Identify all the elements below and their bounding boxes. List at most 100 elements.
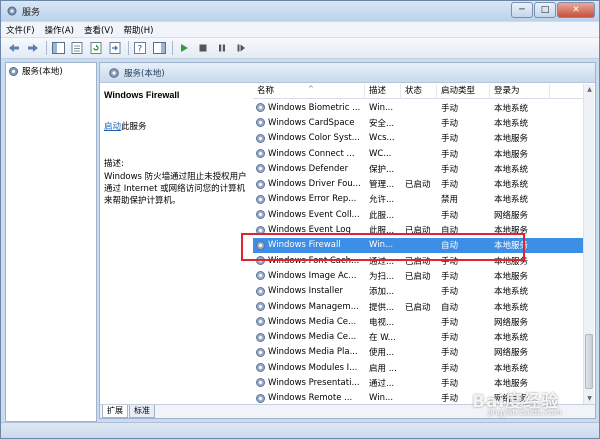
service-startup-type-cell: 自动 (441, 302, 459, 313)
scroll-down-arrow-icon[interactable]: ▼ (585, 394, 594, 403)
title-bar[interactable]: 服务 ─ □ ✕ (1, 1, 599, 21)
refresh-icon (90, 42, 102, 54)
pause-service-button[interactable] (215, 41, 229, 55)
restart-icon (237, 44, 245, 52)
service-name-text: Windows Driver Fou... (268, 179, 361, 190)
service-gear-icon (256, 164, 265, 174)
scroll-up-arrow-icon[interactable]: ▲ (585, 85, 594, 94)
service-name-cell: Windows Remote ... (253, 393, 365, 404)
service-status-cell: 已启动 (405, 180, 431, 191)
service-gear-icon (256, 317, 265, 327)
service-startup-type-cell: 手动 (441, 180, 459, 191)
description-label: 描述: (104, 159, 124, 169)
service-log-on-as-cell: 本地系统 (494, 118, 529, 129)
service-description-cell: Wcs... (369, 133, 395, 144)
menu-view[interactable]: 查看(V) (79, 24, 118, 36)
service-gear-icon (256, 332, 265, 342)
console-tree-icon (51, 42, 65, 54)
start-service-button[interactable] (177, 41, 191, 55)
service-description-cell: 使用... (369, 348, 395, 359)
tab-standard[interactable]: 标准 (129, 405, 155, 418)
service-startup-type-cell: 手动 (441, 103, 459, 114)
service-startup-type-cell: 手动 (441, 210, 459, 221)
column-header-startup-type[interactable]: 启动类型 (437, 84, 490, 99)
description-text: Windows 防火墙通过阻止未授权用户通过 Internet 或网络访问您的计… (104, 172, 247, 206)
table-row[interactable]: Windows Media Ce... 在 W... 手动 本地系统 (253, 329, 583, 344)
service-log-on-as-cell: 本地系统 (494, 333, 529, 344)
service-name-text: Windows Event Coll... (268, 209, 360, 220)
table-row[interactable]: Windows Installer 添加... 手动 本地系统 (253, 284, 583, 299)
service-description-cell: 启用 ... (369, 363, 397, 374)
action-pane-icon (152, 42, 166, 54)
vertical-scrollbar[interactable]: ▲ ▼ (583, 84, 594, 404)
highlight-annotation-box (241, 233, 525, 261)
forward-button[interactable] (26, 41, 40, 55)
start-service-link[interactable]: 启动 (104, 122, 121, 132)
service-description-cell: 在 W... (369, 333, 396, 344)
service-name-cell: Windows Media Ce... (253, 316, 365, 327)
service-description-cell: 提供... (369, 302, 395, 313)
maximize-button[interactable]: □ (534, 2, 556, 18)
restart-service-button[interactable] (234, 41, 248, 55)
properties-button[interactable] (70, 41, 84, 55)
service-name-cell: Windows Media Ce... (253, 332, 365, 343)
toolbar-separator (128, 41, 129, 55)
export-list-button[interactable] (108, 41, 122, 55)
table-row[interactable]: Windows Connect ... WC... 手动 本地服务 (253, 146, 583, 161)
table-row[interactable]: Windows Driver Fou... 管理... 已启动 手动 本地系统 (253, 176, 583, 191)
table-row[interactable]: Windows Event Coll... 此服... 手动 网络服务 (253, 207, 583, 222)
back-button[interactable] (7, 41, 21, 55)
service-gear-icon (256, 149, 265, 159)
table-row[interactable]: Windows Managem... 提供... 已启动 自动 本地系统 (253, 299, 583, 314)
service-description-cell: 安全... (369, 118, 395, 129)
table-row[interactable]: Windows Color Syst... Wcs... 手动 本地服务 (253, 131, 583, 146)
service-name-text: Windows Remote ... (268, 393, 353, 404)
refresh-button[interactable] (89, 41, 103, 55)
stop-service-button[interactable] (196, 41, 210, 55)
table-row[interactable]: Windows Media Pla... 使用... 手动 网络服务 (253, 345, 583, 360)
table-row[interactable]: Windows Biometric ... Win... 手动 本地系统 (253, 100, 583, 115)
service-name-cell: Windows Color Syst... (253, 133, 365, 144)
service-log-on-as-cell: 本地系统 (494, 164, 529, 175)
table-row[interactable]: Windows Error Rep... 允许... 禁用 本地系统 (253, 192, 583, 207)
column-header-status[interactable]: 状态 (401, 84, 437, 99)
help-icon: ? (134, 42, 146, 54)
table-row[interactable]: Windows CardSpace 安全... 手动 本地系统 (253, 115, 583, 130)
window-controls: ─ □ ✕ (510, 2, 595, 19)
help-button[interactable]: ? (133, 41, 147, 55)
menu-action[interactable]: 操作(A) (40, 24, 79, 36)
services-gear-icon (7, 6, 17, 16)
table-row[interactable]: Windows Image Ac... 为扫... 已启动 手动 本地服务 (253, 268, 583, 283)
properties-icon (71, 42, 83, 54)
service-gear-icon (256, 210, 265, 220)
table-row[interactable]: Windows Defender 保护... 手动 本地系统 (253, 161, 583, 176)
pause-icon (219, 44, 225, 52)
table-row[interactable]: Windows Media Ce... 电视... 手动 网络服务 (253, 314, 583, 329)
table-row[interactable]: Windows Modules I... 启用 ... 手动 本地系统 (253, 360, 583, 375)
column-header-name[interactable]: 名称 ^ (253, 84, 365, 99)
service-description-panel: Windows Firewall 启动此服务 描述: Windows 防火墙通过… (100, 84, 250, 404)
service-name-text: Windows Biometric ... (268, 102, 361, 113)
service-log-on-as-cell: 本地系统 (494, 287, 529, 298)
tree-item-services-local[interactable]: 服务(本地) (8, 65, 63, 77)
scroll-thumb[interactable] (585, 334, 593, 389)
close-button[interactable]: ✕ (557, 2, 595, 18)
show-action-pane-button[interactable] (152, 41, 166, 55)
service-log-on-as-cell: 本地系统 (494, 103, 529, 114)
service-name-text: Windows Media Ce... (268, 332, 357, 343)
menu-help[interactable]: 帮助(H) (118, 24, 158, 36)
tab-extended[interactable]: 扩展 (102, 405, 128, 418)
service-description-cell: 管理... (369, 180, 395, 191)
service-gear-icon (256, 103, 265, 113)
minimize-button[interactable]: ─ (511, 2, 533, 18)
service-status-cell: 已启动 (405, 271, 431, 282)
forward-arrow-icon (28, 44, 38, 52)
menu-bar: 文件(F) 操作(A) 查看(V) 帮助(H) (1, 22, 599, 38)
service-description-cell: Win... (369, 102, 394, 113)
column-header-log-on-as[interactable]: 登录为 (490, 84, 550, 99)
menu-file[interactable]: 文件(F) (1, 24, 40, 36)
services-gear-icon (9, 66, 18, 76)
service-log-on-as-cell: 本地系统 (494, 302, 529, 313)
column-header-description[interactable]: 描述 (365, 84, 401, 99)
show-console-tree-button[interactable] (51, 41, 65, 55)
